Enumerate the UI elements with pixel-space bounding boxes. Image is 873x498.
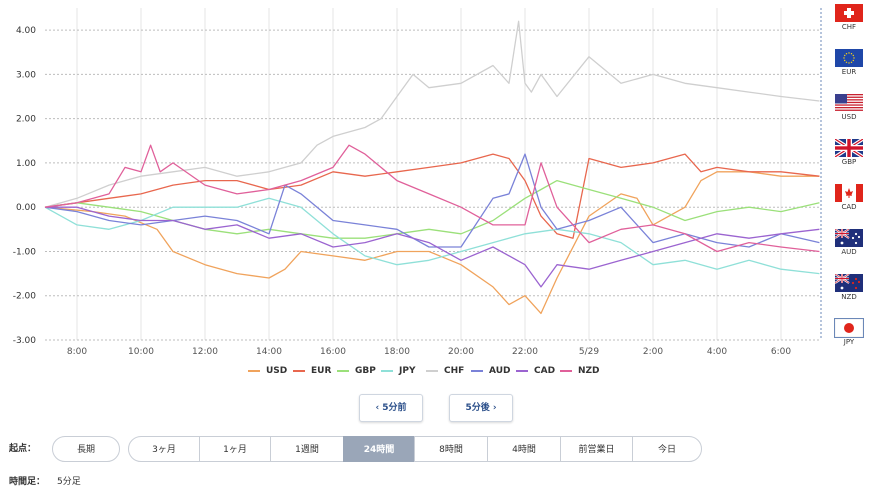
x-tick-label: 8:00 — [67, 347, 87, 357]
legend-label: CHF — [444, 366, 465, 376]
range-option-8[interactable]: 今日 — [632, 436, 702, 462]
legend-swatch — [471, 369, 483, 372]
series-line-gbp — [44, 179, 820, 239]
y-tick-label: 4.00 — [16, 26, 36, 36]
flag-label: USD — [841, 113, 857, 121]
legend-item-jpy[interactable]: JPY — [381, 366, 415, 376]
interval-label: 時間足： — [9, 477, 46, 487]
prev-5min-button[interactable]: ‹ 5分前 — [359, 394, 423, 422]
flag-label: JPY — [843, 338, 855, 346]
range-option-3[interactable]: 1週間 — [270, 436, 344, 462]
legend-swatch — [248, 369, 260, 372]
legend-label: EUR — [311, 366, 332, 376]
x-tick-label: 2:00 — [643, 347, 663, 357]
aud-flag-icon — [826, 229, 872, 247]
flag-chf[interactable]: CHF — [826, 4, 872, 32]
flag-eur[interactable]: EUR — [826, 49, 872, 77]
flag-label: CHF — [841, 23, 857, 31]
legend-label: NZD — [578, 366, 600, 376]
legend-item-usd[interactable]: USD — [248, 366, 287, 376]
range-option-5[interactable]: 8時間 — [414, 436, 488, 462]
legend-swatch — [560, 369, 572, 372]
range-option-4[interactable]: 24時間 — [343, 436, 415, 462]
series-line-aud — [44, 153, 820, 248]
legend-item-aud[interactable]: AUD — [471, 366, 510, 376]
y-tick-label: -1.00 — [13, 247, 37, 257]
y-tick-label: -3.00 — [13, 336, 37, 346]
range-start-label: 起点： — [9, 444, 37, 454]
flag-cad[interactable]: CAD — [826, 184, 872, 212]
series-line-eur — [44, 153, 820, 239]
jpy-flag-icon — [826, 318, 872, 338]
x-tick-label: 5/29 — [579, 347, 599, 357]
legend-label: JPY — [399, 366, 416, 376]
chart-legend: USD EUR GBP JPY CHF AUD CAD NZD — [0, 366, 820, 380]
legend-label: AUD — [489, 366, 511, 376]
y-tick-label: 3.00 — [16, 70, 36, 80]
flag-usd[interactable]: USD — [826, 94, 872, 122]
flag-jpy[interactable]: JPY — [826, 318, 872, 347]
next-5min-button[interactable]: 5分後 › — [449, 394, 513, 422]
usd-flag-icon — [826, 94, 872, 112]
x-tick-label: 6:00 — [771, 347, 791, 357]
x-axis: 8:00 10:00 12:00 14:00 16:00 18:00 20:00 22:00 5… — [67, 347, 791, 357]
y-tick-label: 2.00 — [16, 115, 36, 125]
flag-label: CAD — [841, 203, 857, 211]
y-tick-label: 0.00 — [16, 203, 36, 213]
x-tick-label: 18:00 — [384, 347, 410, 357]
series-lines — [44, 20, 820, 315]
x-tick-label: 10:00 — [128, 347, 154, 357]
legend-swatch — [381, 369, 393, 372]
flag-label: EUR — [841, 68, 857, 76]
legend-swatch — [426, 369, 438, 372]
y-tick-label: 1.00 — [16, 159, 36, 169]
legend-label: GBP — [355, 366, 376, 376]
x-tick-label: 20:00 — [448, 347, 474, 357]
line-chart: 4.00 3.00 2.00 1.00 0.00 -1.00 -2.00 -3.00 8:00… — [13, 8, 822, 357]
x-tick-label: 14:00 — [256, 347, 282, 357]
chf-flag-icon — [826, 4, 872, 22]
range-option-1[interactable]: 3ヶ月 — [128, 436, 200, 462]
y-axis: 4.00 3.00 2.00 1.00 0.00 -1.00 -2.00 -3.00 — [13, 26, 37, 346]
series-line-usd — [44, 171, 820, 315]
legend-item-cad[interactable]: CAD — [516, 366, 555, 376]
x-tick-label: 16:00 — [320, 347, 346, 357]
flag-nzd[interactable]: NZD — [826, 274, 872, 302]
flag-label: AUD — [841, 248, 857, 256]
legend-label: USD — [266, 366, 288, 376]
gbp-flag-icon — [826, 139, 872, 157]
y-tick-label: -2.00 — [13, 292, 37, 302]
legend-swatch — [516, 369, 528, 372]
cad-flag-icon — [826, 184, 872, 202]
legend-swatch — [293, 369, 305, 372]
legend-item-chf[interactable]: CHF — [426, 366, 464, 376]
legend-item-eur[interactable]: EUR — [293, 366, 331, 376]
range-option-6[interactable]: 4時間 — [487, 436, 561, 462]
range-option-7[interactable]: 前営業日 — [560, 436, 633, 462]
x-tick-label: 12:00 — [192, 347, 218, 357]
legend-item-nzd[interactable]: NZD — [560, 366, 600, 376]
interval-value: 5分足 — [57, 477, 81, 487]
eur-flag-icon — [826, 49, 872, 67]
flag-gbp[interactable]: GBP — [826, 139, 872, 167]
legend-item-gbp[interactable]: GBP — [337, 366, 376, 376]
legend-label: CAD — [534, 366, 556, 376]
range-option-2[interactable]: 1ヶ月 — [199, 436, 271, 462]
flag-label: NZD — [841, 293, 857, 301]
range-option-0[interactable]: 長期 — [52, 436, 120, 462]
x-tick-label: 4:00 — [707, 347, 727, 357]
flag-aud[interactable]: AUD — [826, 229, 872, 257]
nzd-flag-icon — [826, 274, 872, 292]
flag-label: GBP — [841, 158, 857, 166]
x-tick-label: 22:00 — [512, 347, 538, 357]
legend-swatch — [337, 369, 349, 372]
